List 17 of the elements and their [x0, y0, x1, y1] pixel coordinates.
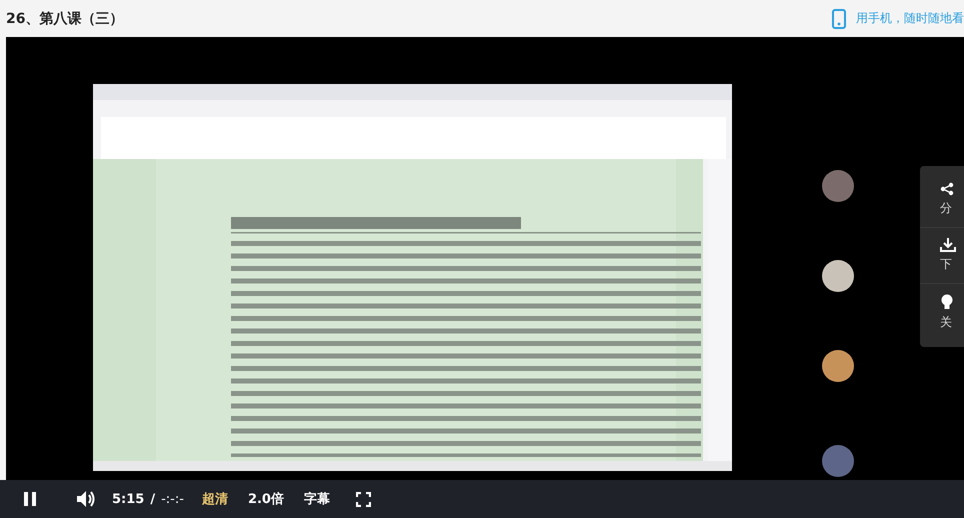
fullscreen-button[interactable] [356, 492, 371, 506]
current-time: 5:15 [112, 492, 144, 506]
share-button[interactable]: 分 [920, 172, 964, 228]
volume-button[interactable] [76, 490, 96, 508]
lightbulb-icon [940, 294, 954, 310]
duration: -:-:- [161, 492, 184, 506]
phone-icon [832, 8, 846, 28]
share-icon [940, 182, 954, 196]
download-button[interactable]: 下 [920, 228, 964, 284]
time-separator: / [150, 492, 156, 506]
download-icon [940, 238, 956, 252]
quality-button[interactable]: 超清 [202, 490, 228, 508]
speed-button[interactable]: 2.0倍 [248, 490, 284, 508]
lesson-title: 26、第八课（三） [6, 10, 124, 28]
light-button[interactable]: 关 [920, 284, 964, 341]
subtitles-button[interactable]: 字幕 [304, 490, 330, 508]
pause-button[interactable] [22, 491, 38, 507]
